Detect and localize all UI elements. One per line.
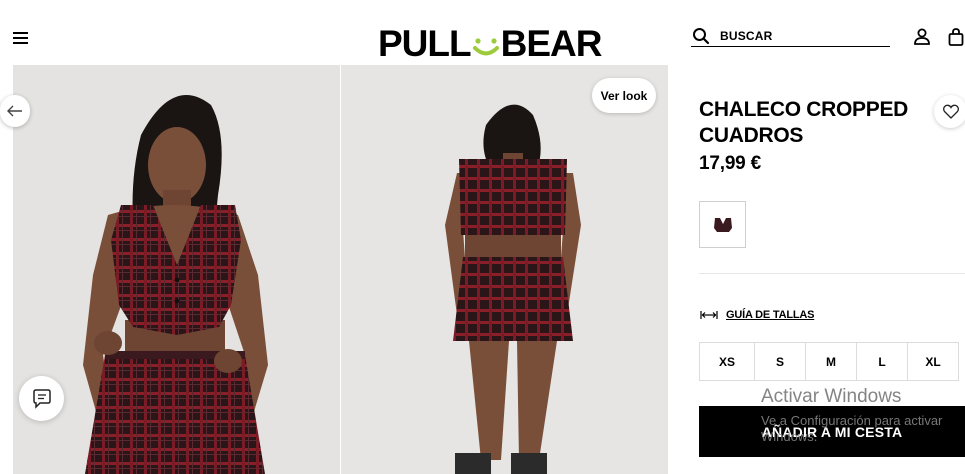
logo-text-left: PULL bbox=[378, 23, 472, 64]
color-swatch[interactable] bbox=[699, 201, 746, 248]
logo-text-right: BEAR bbox=[500, 23, 603, 64]
view-look-button[interactable]: Ver look bbox=[592, 78, 656, 113]
search-bar[interactable]: BUSCAR bbox=[691, 25, 890, 47]
product-title: CHALECO CROPPED CUADROS bbox=[699, 98, 909, 147]
product-price: 17,99 € bbox=[699, 153, 761, 174]
size-option-s[interactable]: S bbox=[754, 342, 806, 381]
search-label: BUSCAR bbox=[720, 28, 773, 43]
watermark-title: Activar Windows bbox=[761, 386, 902, 407]
logo-smile-icon bbox=[472, 27, 500, 61]
size-option-m[interactable]: M bbox=[805, 342, 857, 381]
menu-button[interactable] bbox=[13, 32, 28, 44]
size-option-xs[interactable]: XS bbox=[699, 342, 755, 381]
chat-icon bbox=[32, 388, 51, 409]
size-option-xl[interactable]: XL bbox=[907, 342, 959, 381]
size-selector: XS S M L XL bbox=[699, 342, 959, 381]
account-button[interactable] bbox=[912, 27, 932, 47]
vest-thumbnail-icon bbox=[713, 217, 732, 232]
menu-icon bbox=[13, 32, 28, 34]
product-photo-front[interactable] bbox=[13, 65, 340, 474]
bag-icon bbox=[948, 28, 964, 46]
search-icon bbox=[693, 27, 710, 44]
favorite-button[interactable] bbox=[934, 95, 965, 128]
size-guide-label: GUÍA DE TALLAS bbox=[726, 309, 815, 321]
heart-icon bbox=[942, 104, 959, 119]
previous-image-button[interactable] bbox=[0, 95, 30, 127]
brand-logo[interactable]: PULL BEAR bbox=[378, 23, 603, 64]
chat-button[interactable] bbox=[19, 376, 64, 421]
user-icon bbox=[914, 28, 930, 45]
ruler-icon bbox=[700, 311, 718, 319]
add-to-cart-button[interactable]: AÑADIR A MI CESTA bbox=[699, 406, 965, 457]
product-photo-back[interactable] bbox=[341, 65, 668, 474]
cart-button[interactable] bbox=[946, 27, 965, 47]
divider bbox=[699, 273, 965, 274]
size-option-l[interactable]: L bbox=[856, 342, 908, 381]
size-guide-link[interactable]: GUÍA DE TALLAS bbox=[700, 309, 814, 321]
arrow-left-icon bbox=[7, 105, 22, 117]
